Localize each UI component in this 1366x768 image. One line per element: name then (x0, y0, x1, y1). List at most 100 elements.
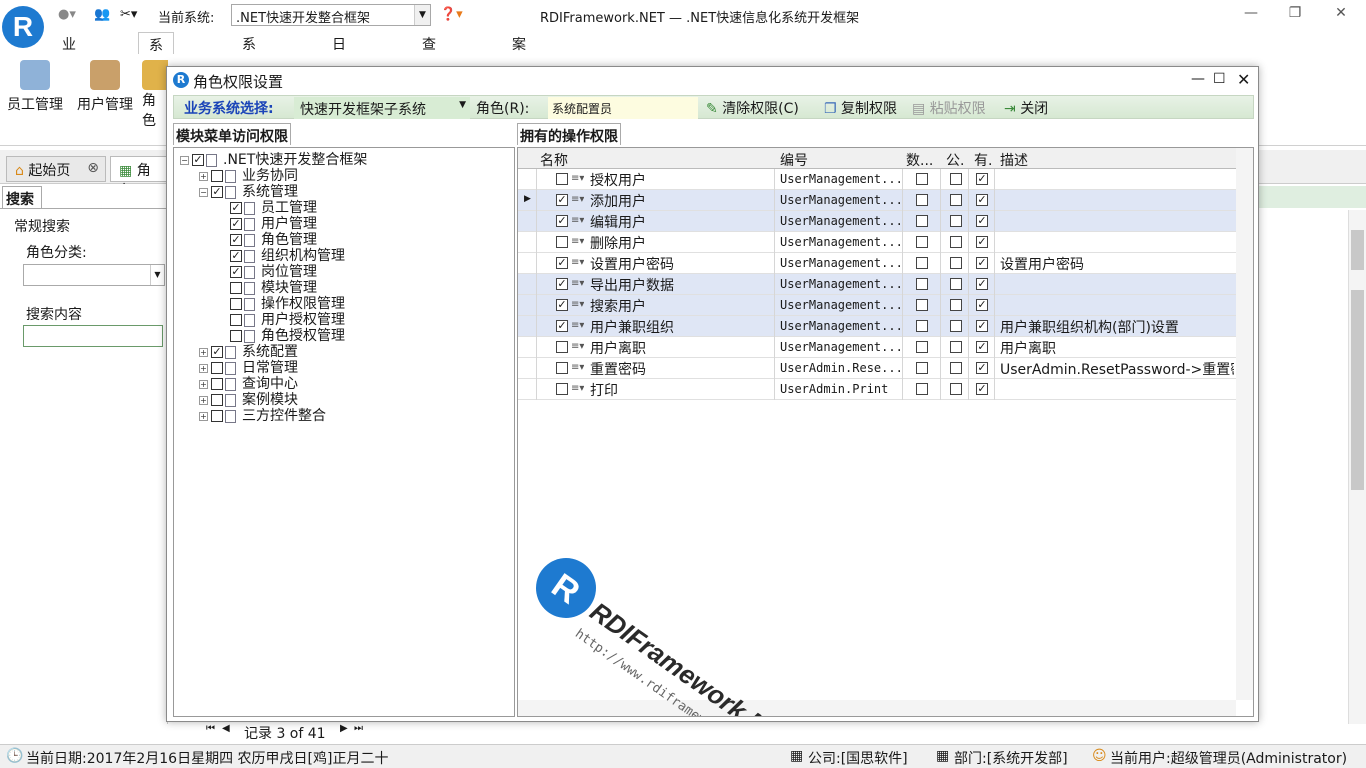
chevron-down-icon[interactable]: ▼ (459, 100, 466, 110)
row-menu-icon[interactable]: ≡▾ (571, 341, 584, 352)
tree-node[interactable]: ✓ 用户管理 (218, 216, 317, 232)
tree-node[interactable]: 用户授权管理 (218, 312, 345, 328)
current-system-select[interactable]: .NET快速开发整合框架 ▼ (231, 4, 431, 26)
enabled-checkbox[interactable]: ✓ (976, 278, 988, 290)
data-checkbox[interactable] (916, 173, 928, 185)
tree-node[interactable]: − ✓ .NET快速开发整合框架 (180, 152, 367, 168)
public-checkbox[interactable] (950, 320, 962, 332)
close-icon[interactable]: ✕ (1326, 5, 1356, 27)
row-menu-icon[interactable]: ≡▾ (571, 236, 584, 247)
tree-checkbox[interactable]: ✓ (230, 218, 242, 230)
row-menu-icon[interactable]: ≡▾ (571, 362, 584, 373)
tree-checkbox[interactable] (211, 410, 223, 422)
table-row[interactable]: ✓ ≡▾ 搜索用户 UserManagement... ✓ (518, 295, 1236, 316)
col-description[interactable]: 描述 (1000, 150, 1028, 170)
tree-checkbox[interactable]: ✓ (230, 266, 242, 278)
tree-checkbox[interactable] (211, 170, 223, 182)
expand-icon[interactable]: + (199, 347, 208, 357)
copy-permission-button[interactable]: ❐ 复制权限 (824, 98, 897, 118)
table-row[interactable]: ≡▾ 删除用户 UserManagement... ✓ (518, 232, 1236, 253)
expand-icon[interactable]: + (199, 363, 208, 373)
collapse-icon[interactable]: − (199, 187, 208, 197)
public-checkbox[interactable] (950, 236, 962, 248)
maximize-icon[interactable]: ☐ (1213, 71, 1226, 87)
col-public[interactable]: 公. (946, 150, 964, 170)
row-menu-icon[interactable]: ≡▾ (571, 257, 584, 268)
close-button[interactable]: ⇥ 关闭 (1004, 98, 1048, 118)
row-checkbox[interactable] (556, 362, 568, 374)
col-code[interactable]: 编号 (780, 150, 808, 170)
tab-business[interactable]: 业务协同 (52, 32, 86, 113)
tab-daily[interactable]: 日常管理 (322, 32, 356, 113)
enabled-checkbox[interactable]: ✓ (976, 194, 988, 206)
tab-system-admin[interactable]: 系统管理 (138, 32, 174, 114)
table-row[interactable]: ≡▾ 打印 UserAdmin.Print ✓ (518, 379, 1236, 400)
restore-icon[interactable]: ❐ (1280, 5, 1310, 27)
enabled-checkbox[interactable]: ✓ (976, 383, 988, 395)
tree-node[interactable]: + 三方控件整合 (199, 408, 326, 424)
public-checkbox[interactable] (950, 383, 962, 395)
enabled-checkbox[interactable]: ✓ (976, 320, 988, 332)
row-checkbox[interactable] (556, 236, 568, 248)
tree-checkbox[interactable]: ✓ (211, 346, 223, 358)
role-field[interactable]: 系统配置员 (548, 97, 698, 119)
tab-module-menu-access[interactable]: 模块菜单访问权限 (173, 123, 291, 145)
chevron-down-icon[interactable]: ▼ (150, 265, 164, 285)
data-checkbox[interactable] (916, 299, 928, 311)
enabled-checkbox[interactable]: ✓ (976, 236, 988, 248)
tree-checkbox[interactable] (230, 282, 242, 294)
public-checkbox[interactable] (950, 173, 962, 185)
enabled-checkbox[interactable]: ✓ (976, 215, 988, 227)
table-row[interactable]: ≡▾ 用户离职 UserManagement... ✓ 用户离职 (518, 337, 1236, 358)
last-page-icon[interactable]: ⏭ (354, 723, 363, 734)
expand-icon[interactable]: + (199, 395, 208, 405)
prev-page-icon[interactable]: ◀ (222, 723, 230, 734)
tree-checkbox[interactable]: ✓ (230, 202, 242, 214)
tree-checkbox[interactable]: ✓ (230, 250, 242, 262)
row-checkbox[interactable] (556, 341, 568, 353)
doc-tab-home[interactable]: ⌂ 起始页 ⊗ (6, 156, 106, 182)
row-menu-icon[interactable]: ≡▾ (571, 194, 584, 205)
enabled-checkbox[interactable]: ✓ (976, 341, 988, 353)
public-checkbox[interactable] (950, 341, 962, 353)
tree-checkbox[interactable]: ✓ (211, 186, 223, 198)
table-row[interactable]: ▶ ✓ ≡▾ 添加用户 UserManagement... ✓ (518, 190, 1236, 211)
tree-node[interactable]: 模块管理 (218, 280, 317, 296)
paste-permission-button[interactable]: ▤ 粘贴权限 (912, 98, 986, 118)
data-checkbox[interactable] (916, 362, 928, 374)
tree-node[interactable]: 角色授权管理 (218, 328, 345, 344)
tools-icon[interactable]: ✂▾ (120, 7, 137, 22)
public-checkbox[interactable] (950, 278, 962, 290)
first-page-icon[interactable]: ⏮ (206, 723, 215, 734)
public-checkbox[interactable] (950, 257, 962, 269)
collapse-icon[interactable]: − (180, 155, 189, 165)
row-checkbox[interactable]: ✓ (556, 278, 568, 290)
row-menu-icon[interactable]: ≡▾ (571, 173, 584, 184)
minimize-icon[interactable]: — (1236, 5, 1266, 27)
search-input[interactable] (23, 325, 163, 347)
tree-node[interactable]: + 业务协同 (199, 168, 298, 184)
tree-node[interactable]: + ✓ 系统配置 (199, 344, 298, 360)
row-checkbox[interactable] (556, 383, 568, 395)
data-checkbox[interactable] (916, 320, 928, 332)
row-menu-icon[interactable]: ≡▾ (571, 299, 584, 310)
doc-tab-role[interactable]: ▦ 角色 (110, 156, 170, 199)
minimize-icon[interactable]: — (1191, 71, 1205, 87)
tree-node[interactable]: ✓ 角色管理 (218, 232, 317, 248)
expand-icon[interactable]: + (199, 411, 208, 421)
table-row[interactable]: ✓ ≡▾ 导出用户数据 UserManagement... ✓ (518, 274, 1236, 295)
public-checkbox[interactable] (950, 362, 962, 374)
tree-node[interactable]: + 查询中心 (199, 376, 298, 392)
tree-checkbox[interactable]: ✓ (230, 234, 242, 246)
biz-system-select[interactable]: 快速开发框架子系统 ▼ (294, 97, 470, 119)
row-checkbox[interactable] (556, 173, 568, 185)
tree-node[interactable]: ✓ 员工管理 (218, 200, 317, 216)
close-icon[interactable]: ✕ (1237, 70, 1250, 89)
row-menu-icon[interactable]: ≡▾ (571, 383, 584, 394)
enabled-checkbox[interactable]: ✓ (976, 362, 988, 374)
data-checkbox[interactable] (916, 278, 928, 290)
grid-vertical-scrollbar[interactable] (1236, 148, 1253, 700)
data-checkbox[interactable] (916, 194, 928, 206)
help-icon[interactable]: ❓▾ (440, 7, 463, 22)
next-page-icon[interactable]: ▶ (340, 723, 348, 734)
